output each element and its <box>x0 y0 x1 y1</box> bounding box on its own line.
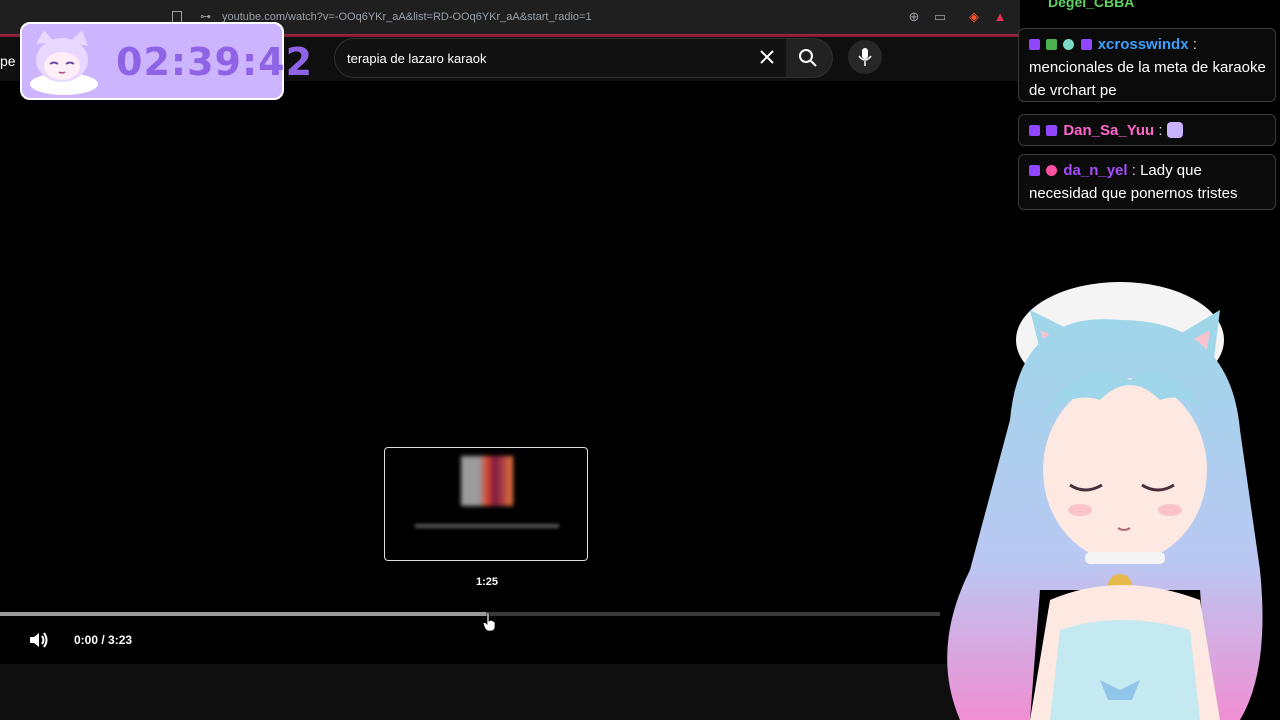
twitch-badge-icon <box>1029 125 1040 136</box>
emote-icon <box>1166 122 1183 138</box>
search-input-value: terapia de lazaro karaok <box>347 51 487 66</box>
stream-timer: 02:39:42 <box>20 22 312 100</box>
heart-badge-icon <box>1063 39 1075 50</box>
chat-message: da_n_yel : Lady que necesidad que ponern… <box>1018 154 1276 210</box>
preview-timestamp: 1:25 <box>476 576 499 588</box>
zoom-icon[interactable]: ⊕ <box>906 9 922 25</box>
chibi-cat-avatar-icon <box>30 30 98 95</box>
chat-colon: : <box>1188 36 1197 53</box>
search-button[interactable] <box>786 38 833 78</box>
chat-message: xcrosswindx : mencionales de la meta de … <box>1018 28 1276 102</box>
twitch-badge-icon <box>1046 125 1058 136</box>
clear-search-icon[interactable] <box>757 47 777 67</box>
microphone-icon <box>858 48 872 66</box>
preview-image <box>461 456 513 506</box>
site-info-icon[interactable]: ⊶ <box>200 10 212 23</box>
timer-value: 02:39:42 <box>116 40 314 84</box>
progress-hover-fill <box>0 612 489 616</box>
address-bar[interactable]: youtube.com/watch?v=-OOq6YKr_aA&list=RD-… <box>222 11 592 23</box>
twitch-badge-icon <box>1029 165 1040 176</box>
twitch-badge-icon <box>1029 39 1040 50</box>
search-icon <box>799 49 817 67</box>
search-input[interactable]: terapia de lazaro karaok <box>334 38 788 78</box>
time-total: 3:23 <box>108 633 133 647</box>
brave-shield-icon[interactable]: ◈ <box>966 9 982 25</box>
time-current: 0:00 <box>74 633 99 647</box>
cast-icon[interactable]: ▭ <box>932 9 948 25</box>
volume-icon[interactable] <box>28 630 50 650</box>
chat-message-user: xcrosswindx <box>1097 36 1189 53</box>
brave-rewards-icon[interactable]: ▲ <box>992 9 1008 25</box>
page-below-player <box>0 664 1020 720</box>
time-separator: / <box>98 633 109 647</box>
voice-search-button[interactable] <box>848 40 882 74</box>
chat-colon: : <box>1127 162 1141 179</box>
youtube-logo-partial[interactable]: pe <box>0 53 16 69</box>
time-display: 0:00 / 3:23 <box>74 633 132 647</box>
scrub-preview-thumbnail <box>384 447 588 561</box>
twitch-badge-icon <box>1080 39 1092 50</box>
preview-caption <box>415 524 559 528</box>
chat-message-text: mencionales de la meta de karaoke de vrc… <box>1029 59 1266 99</box>
heart-badge-icon <box>1046 165 1058 176</box>
chat-message-user: da_n_yel <box>1063 162 1128 179</box>
sub-badge-icon <box>1046 39 1058 50</box>
vtuber-avatar-image <box>947 282 1263 720</box>
chat-message: Dan_Sa_Yuu : <box>1018 114 1276 146</box>
chat-username: Degel_CBBA <box>1048 0 1135 10</box>
chat-message-user: Dan_Sa_Yuu <box>1063 122 1155 139</box>
hand-cursor-icon <box>482 612 496 632</box>
chat-colon: : <box>1154 122 1167 139</box>
